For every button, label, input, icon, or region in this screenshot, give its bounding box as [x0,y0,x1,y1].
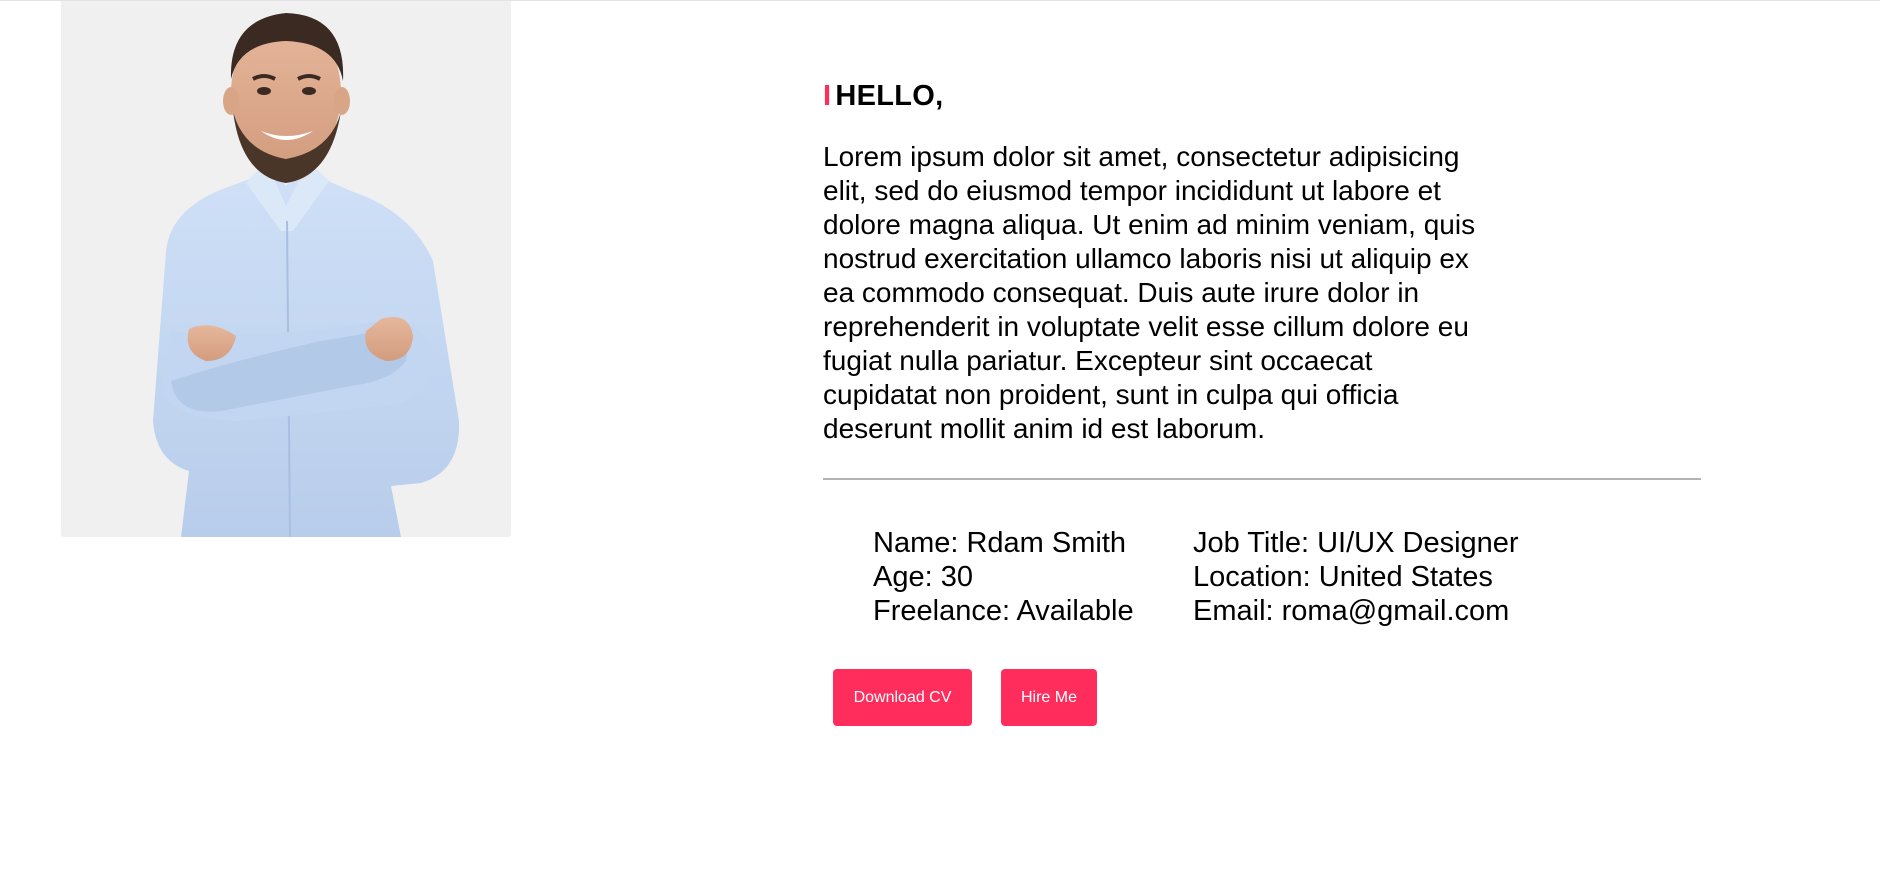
action-buttons: Download CV Hire Me [823,669,1703,726]
hello-heading: I HELLO, [823,78,1703,114]
hello-text: HELLO, [835,80,944,112]
info-freelance: Freelance: Available [873,595,1134,627]
personal-info: Name: Rdam Smith Age: 30 Freelance: Avai… [823,526,1703,628]
info-job-title: Job Title: UI/UX Designer [1193,527,1519,559]
download-cv-button[interactable]: Download CV [833,669,972,726]
personal-info-right-column: Job Title: UI/UX Designer Location: Unit… [1193,526,1593,628]
info-name: Name: Rdam Smith [873,527,1127,559]
accent-bar: I [823,80,832,112]
info-location: Location: United States [1193,561,1493,593]
info-age: Age: 30 [873,561,973,593]
intro-paragraph: Lorem ipsum dolor sit amet, consectetur … [823,141,1476,444]
section-divider [823,478,1701,480]
profile-photo-image [153,13,460,537]
about-section: I HELLO, Lorem ipsum dolor sit amet, cons… [823,78,1703,726]
info-email: Email: roma@gmail.com [1193,595,1510,627]
personal-info-left-column: Name: Rdam Smith Age: 30 Freelance: Avai… [873,526,1193,628]
profile-photo [61,1,511,537]
hire-me-button[interactable]: Hire Me [1001,669,1097,726]
